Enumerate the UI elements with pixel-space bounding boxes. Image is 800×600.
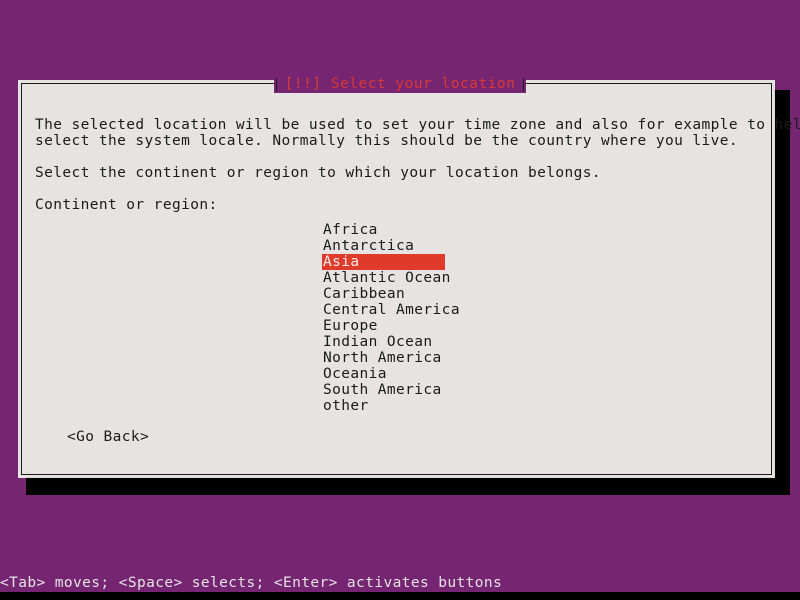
list-item[interactable]: other [322,398,445,414]
list-item[interactable]: Antarctica [322,238,445,254]
continent-field-label: Continent or region: [35,197,218,213]
installer-screen: The selected location will be used to se… [0,0,800,600]
intro-paragraph: The selected location will be used to se… [35,117,800,149]
bottom-black-strip [0,592,800,600]
list-item[interactable]: Africa [322,222,445,238]
list-item[interactable]: Asia [322,254,445,270]
continent-region-list[interactable]: Africa Antarctica Asia Atlantic Ocean Ca… [322,222,552,414]
select-location-dialog: The selected location will be used to se… [18,80,775,478]
list-item[interactable]: Indian Ocean [322,334,445,350]
list-item[interactable]: Oceania [322,366,445,382]
list-item[interactable]: Atlantic Ocean [322,270,445,286]
list-item[interactable]: Central America [322,302,445,318]
instruction-paragraph: Select the continent or region to which … [35,165,601,181]
list-item[interactable]: North America [322,350,445,366]
status-bar: <Tab> moves; <Space> selects; <Enter> ac… [0,575,800,592]
go-back-button[interactable]: <Go Back> [67,429,149,445]
list-item[interactable]: Europe [322,318,445,334]
dialog-frame: The selected location will be used to se… [21,83,772,475]
list-item[interactable]: Caribbean [322,286,445,302]
list-item[interactable]: South America [322,382,445,398]
